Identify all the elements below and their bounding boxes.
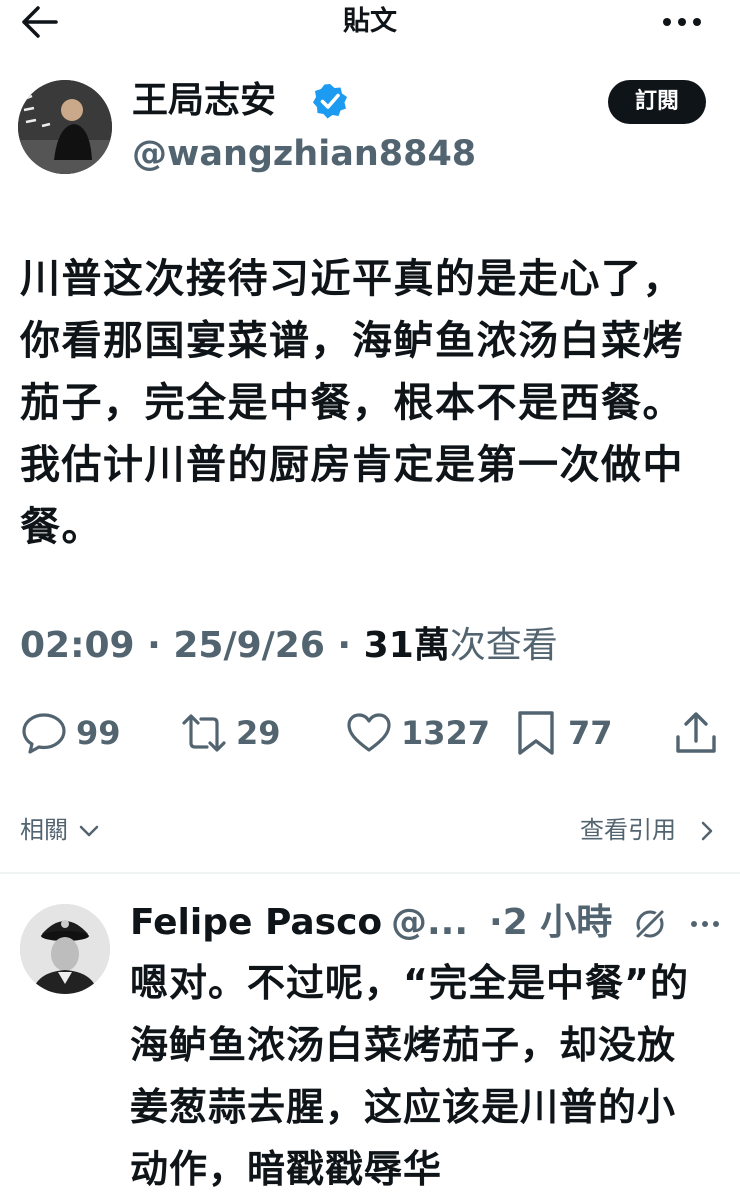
post-time: 02:09 — [20, 625, 135, 666]
reply-author-handle[interactable]: @... — [391, 898, 468, 948]
grok-icon[interactable] — [632, 906, 668, 942]
related-row: 相關 查看引用 — [0, 810, 740, 850]
views-label: 次查看 — [449, 625, 558, 666]
more-options-icon[interactable] — [660, 10, 704, 34]
meta-separator: · — [134, 625, 174, 666]
avatar-image — [20, 904, 110, 994]
share-button[interactable] — [672, 708, 720, 758]
reply-author-name[interactable]: Felipe Pasco — [130, 898, 382, 948]
action-bar: 99 29 1327 77 — [0, 708, 740, 758]
chevron-down-icon[interactable] — [78, 824, 100, 838]
reply-time-value: 2 小時 — [502, 902, 613, 943]
post-text: 川普这次接待习近平真的是走心了，你看那国宴菜谱，海鲈鱼浓汤白菜烤茄子，完全是中餐… — [20, 256, 684, 550]
reply-count: 99 — [76, 714, 121, 752]
author-name[interactable]: 王局志安 — [132, 78, 276, 124]
like-count: 1327 — [401, 714, 491, 752]
bookmark-icon — [518, 711, 554, 755]
post-meta: 02:09 · 25/9/26 · 31萬次查看 — [20, 622, 558, 670]
bookmark-count: 77 — [568, 714, 613, 752]
repost-button[interactable]: 29 — [180, 708, 281, 758]
subscribe-button[interactable]: 訂閱 — [608, 80, 706, 124]
author-avatar[interactable] — [18, 80, 112, 174]
repost-count: 29 — [236, 714, 281, 752]
repost-icon — [182, 714, 226, 752]
verified-badge-icon — [313, 84, 347, 119]
heart-icon — [347, 713, 391, 752]
meta-separator: · — [324, 625, 364, 666]
view-quotes-link[interactable]: 查看引用 — [580, 814, 676, 846]
author-handle[interactable]: @wangzhian8848 — [132, 130, 476, 178]
divider — [0, 872, 740, 874]
reply-avatar[interactable] — [20, 904, 110, 994]
post-date: 25/9/26 — [173, 625, 325, 666]
reply-time: ·2 小時 — [489, 898, 612, 948]
reply-icon — [22, 713, 66, 754]
page-title: 貼文 — [343, 6, 397, 37]
chevron-right-icon[interactable] — [700, 820, 714, 842]
related-dropdown[interactable]: 相關 — [20, 814, 68, 846]
share-icon — [676, 712, 716, 753]
top-bar: 貼文 — [0, 0, 740, 46]
bookmark-button[interactable]: 77 — [512, 708, 613, 758]
more-options-icon[interactable] — [690, 918, 720, 930]
views-count: 31萬 — [363, 625, 450, 666]
reply-button[interactable]: 99 — [20, 708, 121, 758]
avatar-image — [18, 80, 112, 174]
like-button[interactable]: 1327 — [345, 708, 490, 758]
reply-text: 嗯对。不过呢，“完全是中餐”的海鲈鱼浓汤白菜烤茄子，却没放姜葱蒜去腥，这应该是川… — [130, 961, 689, 1191]
meta-separator: · — [489, 902, 503, 943]
